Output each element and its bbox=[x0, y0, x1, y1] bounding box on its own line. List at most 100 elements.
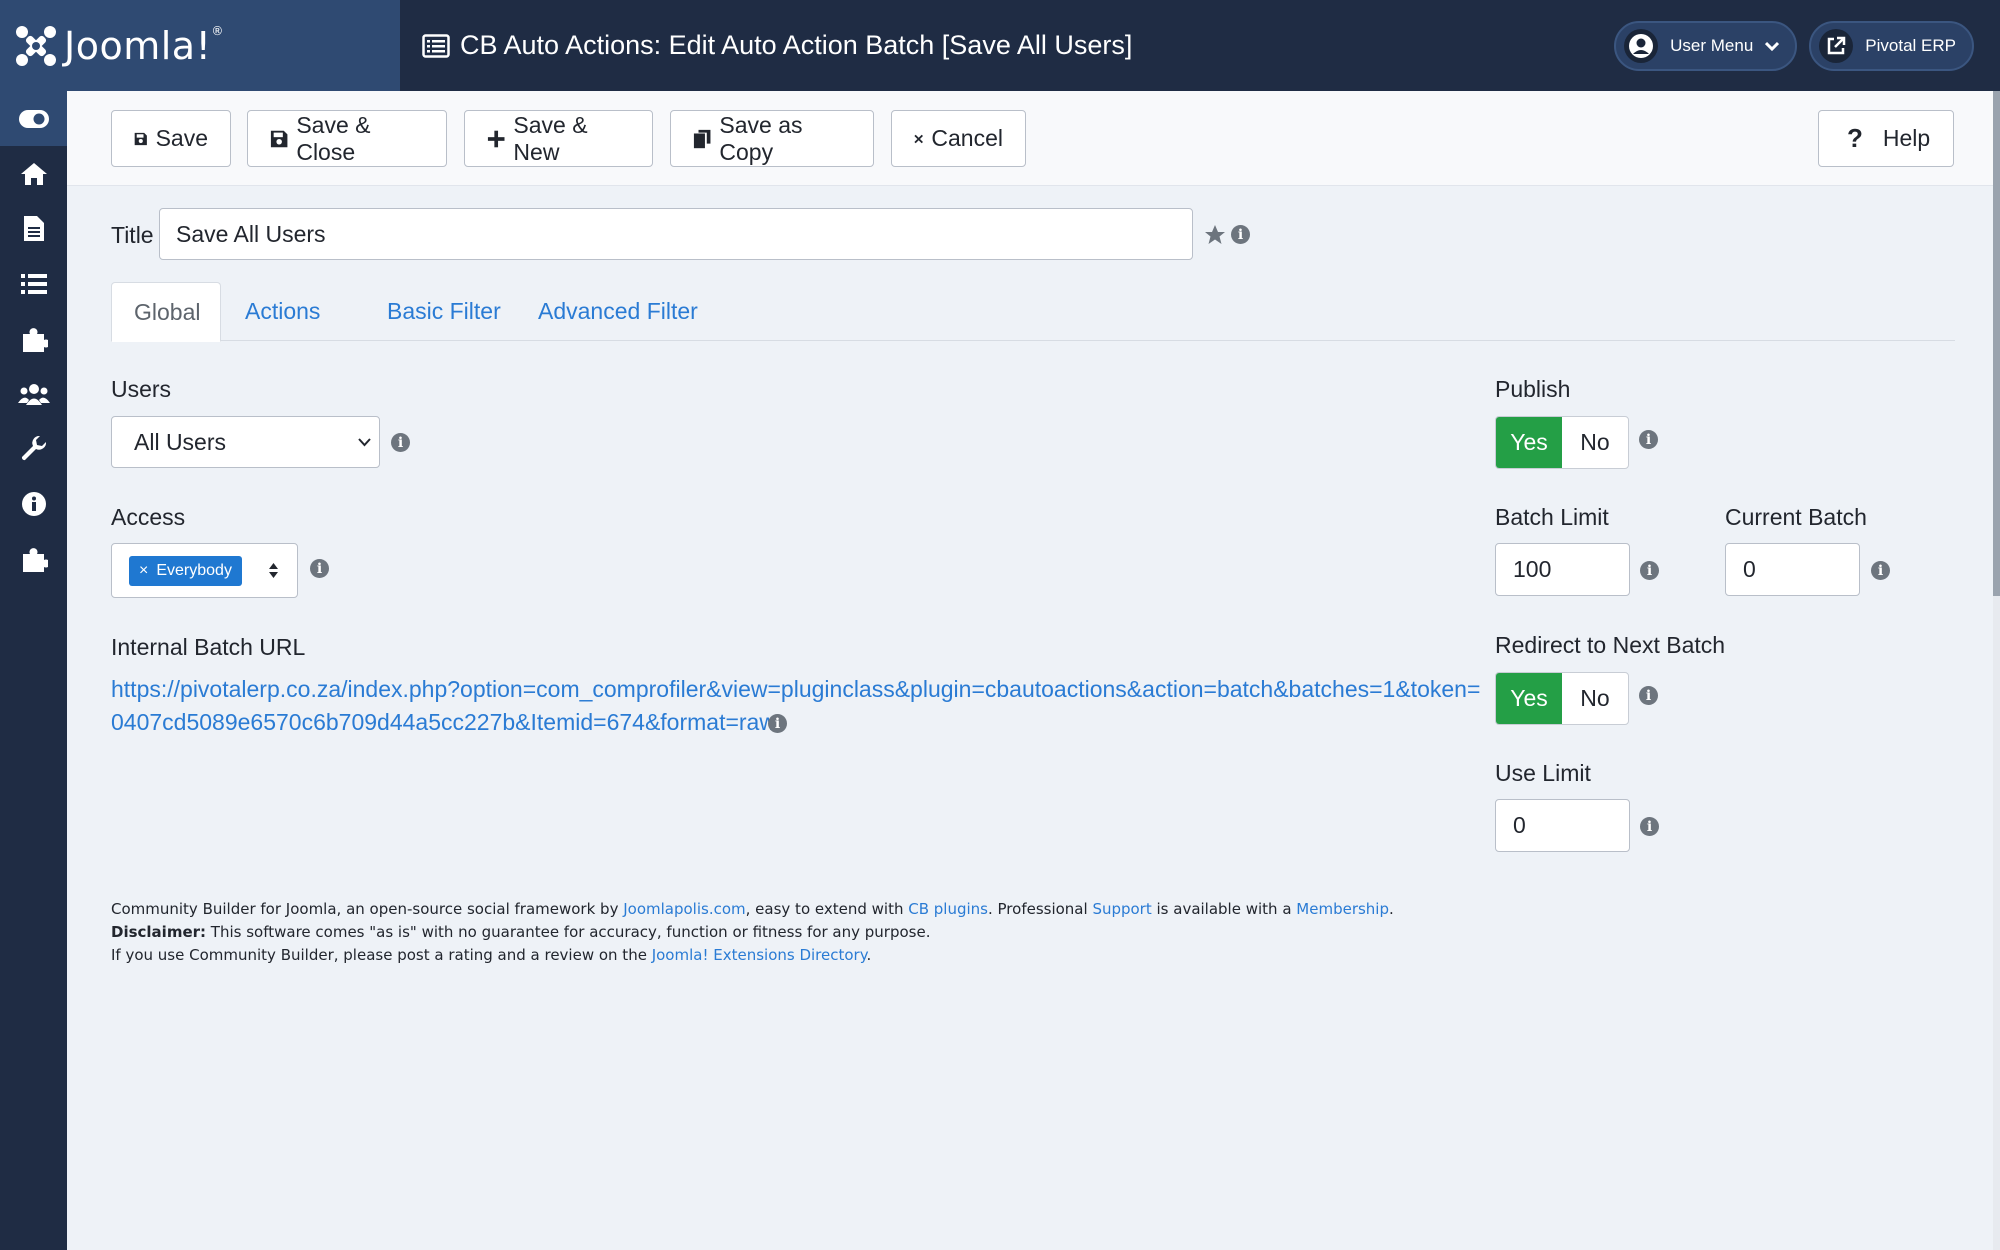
internal-batch-url-label: Internal Batch URL bbox=[111, 634, 306, 660]
footer-text: Community Builder for Joomla, an open-so… bbox=[111, 900, 624, 918]
save-as-copy-button[interactable]: Save as Copy bbox=[670, 110, 874, 167]
sidebar-item-system[interactable] bbox=[0, 421, 67, 476]
joomlapolis-link[interactable]: Joomlapolis.com bbox=[623, 900, 745, 918]
batch-limit-label: Batch Limit bbox=[1495, 504, 1609, 530]
save-button[interactable]: Save bbox=[111, 110, 231, 167]
external-link-icon bbox=[1819, 29, 1854, 63]
footer-text: , easy to extend with bbox=[745, 900, 909, 918]
title-label: Title bbox=[111, 222, 154, 248]
info-icon[interactable]: i bbox=[768, 714, 787, 733]
scrollbar-thumb[interactable] bbox=[1993, 91, 2000, 596]
publish-toggle[interactable]: Yes No bbox=[1495, 416, 1629, 469]
batch-limit-input[interactable]: 100 bbox=[1495, 543, 1630, 596]
tab-basic-filter[interactable]: Basic Filter bbox=[365, 282, 523, 341]
save-close-button[interactable]: Save & Close bbox=[247, 110, 447, 167]
chevron-down-icon bbox=[1765, 41, 1780, 51]
sidebar-item-content[interactable] bbox=[0, 201, 67, 256]
toggle-on-icon bbox=[18, 109, 49, 128]
disclaimer-label: Disclaimer: bbox=[111, 923, 207, 941]
use-limit-input[interactable]: 0 bbox=[1495, 799, 1630, 852]
user-menu-label: User Menu bbox=[1670, 36, 1754, 55]
url-line-1: https://pivotalerp.co.za/index.php?optio… bbox=[111, 676, 1481, 702]
puzzle-icon bbox=[22, 327, 48, 352]
use-limit-label: Use Limit bbox=[1495, 760, 1591, 786]
redirect-yes-option[interactable]: Yes bbox=[1496, 673, 1562, 724]
tab-global-label: Global bbox=[134, 298, 201, 325]
plus-icon bbox=[487, 130, 505, 147]
page-title: CB Auto Actions: Edit Auto Action Batch … bbox=[422, 30, 1132, 61]
footer-text: is available with a bbox=[1151, 900, 1297, 918]
home-icon bbox=[20, 162, 47, 185]
membership-link[interactable]: Membership bbox=[1296, 900, 1389, 918]
info-icon[interactable]: i bbox=[1640, 561, 1659, 580]
users-select[interactable]: All Users bbox=[111, 416, 380, 468]
current-batch-value: 0 bbox=[1743, 556, 1756, 582]
list-alt-icon bbox=[422, 33, 450, 58]
joomla-logo-icon bbox=[16, 25, 56, 66]
current-batch-input[interactable]: 0 bbox=[1725, 543, 1860, 596]
copy-icon bbox=[693, 129, 711, 148]
tab-advanced-filter[interactable]: Advanced Filter bbox=[516, 282, 720, 341]
internal-batch-url-link[interactable]: https://pivotalerp.co.za/index.php?optio… bbox=[111, 673, 1491, 739]
user-menu-button[interactable]: User Menu bbox=[1614, 21, 1798, 71]
footer-text: . bbox=[866, 946, 872, 964]
use-limit-value: 0 bbox=[1513, 812, 1526, 838]
list-icon bbox=[20, 273, 47, 294]
tab-actions[interactable]: Actions bbox=[223, 282, 342, 341]
publish-yes-option[interactable]: Yes bbox=[1496, 417, 1562, 468]
sidebar-item-help[interactable] bbox=[0, 476, 67, 531]
save-new-button[interactable]: Save & New bbox=[464, 110, 653, 167]
site-link-button[interactable]: Pivotal ERP bbox=[1809, 21, 1974, 71]
close-icon bbox=[914, 134, 923, 143]
users-icon bbox=[17, 383, 50, 405]
tab-advanced-filter-label: Advanced Filter bbox=[538, 298, 698, 324]
footer-line-1: Community Builder for Joomla, an open-so… bbox=[111, 898, 1394, 921]
info-icon[interactable]: i bbox=[1639, 430, 1658, 449]
info-circle-icon bbox=[21, 491, 46, 516]
toolbar: Save Save & Close Save & New Save as Cop… bbox=[67, 91, 1993, 186]
save-icon bbox=[134, 132, 147, 145]
tab-global[interactable]: Global bbox=[111, 282, 221, 342]
cancel-button[interactable]: Cancel bbox=[891, 110, 1026, 167]
save-label: Save bbox=[155, 125, 208, 151]
sidebar-item-components[interactable] bbox=[0, 311, 67, 366]
title-input[interactable]: Save All Users bbox=[159, 208, 1193, 260]
help-button[interactable]: ? Help bbox=[1818, 110, 1954, 167]
cb-plugins-link[interactable]: CB plugins bbox=[908, 900, 988, 918]
title-input-value: Save All Users bbox=[176, 220, 326, 247]
logo-text: Joomla!® bbox=[64, 23, 224, 68]
info-icon[interactable]: i bbox=[310, 559, 329, 578]
help-label: Help bbox=[1882, 125, 1931, 151]
access-chip[interactable]: × Everybody bbox=[129, 555, 242, 586]
chip-remove-icon[interactable]: × bbox=[139, 562, 148, 580]
redirect-no-option[interactable]: No bbox=[1562, 673, 1628, 724]
joomla-logo[interactable]: Joomla!® bbox=[0, 0, 400, 91]
star-icon[interactable] bbox=[1204, 224, 1226, 245]
info-icon[interactable]: i bbox=[1231, 225, 1250, 244]
users-select-value: All Users bbox=[134, 428, 227, 455]
info-icon[interactable]: i bbox=[1640, 817, 1659, 836]
sidebar-item-users[interactable] bbox=[0, 366, 67, 421]
jed-link[interactable]: Joomla! Extensions Directory bbox=[652, 946, 867, 964]
url-line-2-text: 0407cd5089e6570c6b709d44a5cc227b&Itemid=… bbox=[111, 709, 776, 735]
save-new-label: Save & New bbox=[513, 111, 588, 165]
sidebar-item-home[interactable] bbox=[0, 146, 67, 201]
site-link-label: Pivotal ERP bbox=[1865, 36, 1956, 55]
sidebar-item-extensions[interactable] bbox=[0, 531, 67, 586]
info-icon[interactable]: i bbox=[391, 433, 410, 452]
sort-icon bbox=[269, 563, 278, 578]
support-link[interactable]: Support bbox=[1092, 900, 1151, 918]
info-icon[interactable]: i bbox=[1871, 561, 1890, 580]
redirect-toggle[interactable]: Yes No bbox=[1495, 672, 1629, 725]
sidebar-toggle-menu[interactable] bbox=[0, 91, 67, 146]
sidebar bbox=[0, 91, 67, 1250]
redirect-label: Redirect to Next Batch bbox=[1495, 632, 1726, 658]
registered-mark: ® bbox=[211, 23, 224, 38]
question-icon: ? bbox=[1847, 123, 1863, 153]
tab-basic-filter-label: Basic Filter bbox=[387, 298, 501, 324]
info-icon[interactable]: i bbox=[1639, 686, 1658, 705]
cancel-label: Cancel bbox=[931, 125, 1003, 151]
sidebar-item-menus[interactable] bbox=[0, 256, 67, 311]
publish-no-option[interactable]: No bbox=[1562, 417, 1628, 468]
access-multiselect[interactable]: × Everybody bbox=[111, 543, 298, 598]
